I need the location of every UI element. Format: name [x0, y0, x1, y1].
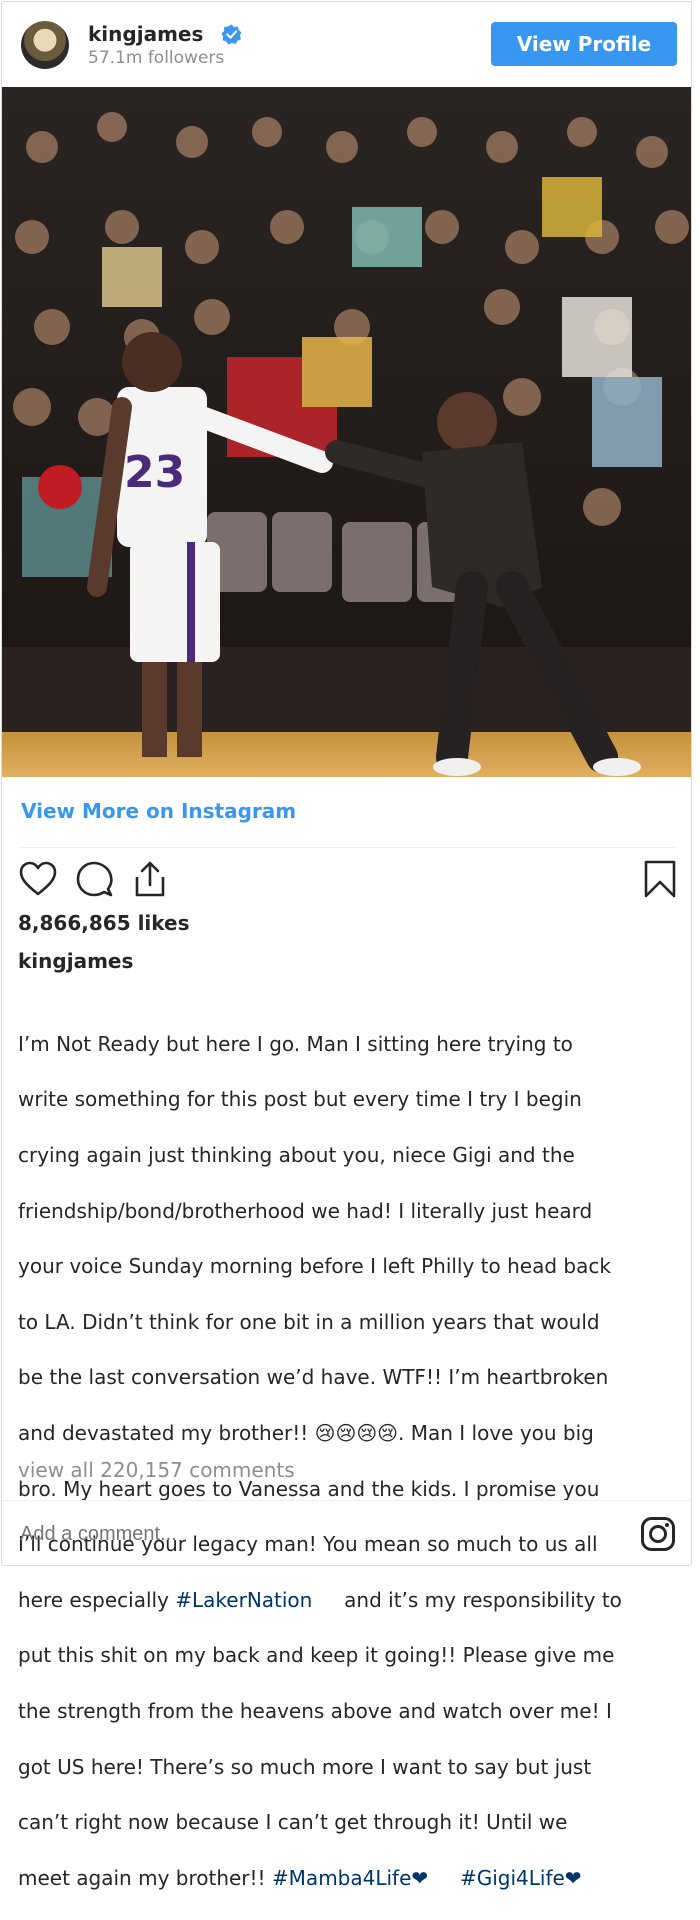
view-more-link[interactable]: View More on Instagram [21, 799, 296, 823]
svg-text:23: 23 [124, 447, 185, 498]
bookmark-icon[interactable] [640, 859, 680, 899]
caption-line: write something for this post but every … [18, 1087, 582, 1112]
caption-line: put this shit on my back and keep it goi… [18, 1643, 615, 1668]
caption-line: your voice Sunday morning before I left … [18, 1254, 611, 1279]
hashtag-lakernation[interactable]: #LakerNation [175, 1588, 312, 1612]
like-count[interactable]: 8,866,865 likes [18, 911, 190, 935]
caption-text: and it’s my responsibility to [312, 1587, 622, 1612]
caption-line: meet again my brother!! #Mamba4Life❤ #Gi… [18, 1865, 680, 1893]
follower-count: 57.1m followers [88, 48, 225, 68]
caption-line: can’t right now because I can’t get thro… [18, 1810, 568, 1835]
caption-username[interactable]: kingjames [18, 949, 133, 973]
caption-text: meet again my brother!! [18, 1865, 272, 1890]
caption-line: friendship/bond/brotherhood we had! I li… [18, 1198, 593, 1223]
divider [2, 1500, 691, 1501]
heart-icon[interactable] [18, 859, 58, 899]
caption-line: here especially #LakerNation and it’s my… [18, 1587, 680, 1615]
caption-line: be the last conversation we’d have. WTF!… [18, 1365, 609, 1390]
hashtag-gigi4life[interactable]: #Gigi4Life❤ [460, 1866, 582, 1890]
hashtag-mamba4life[interactable]: #Mamba4Life❤ [272, 1866, 428, 1890]
comment-icon[interactable] [74, 859, 114, 899]
avatar[interactable] [21, 21, 69, 69]
instagram-icon[interactable] [640, 1516, 676, 1552]
post-photo[interactable]: 23 [2, 87, 691, 777]
caption-text: here especially [18, 1587, 176, 1612]
caption-line: to LA. Didn’t think for one bit in a mil… [18, 1309, 600, 1334]
view-comments-link[interactable]: view all 220,157 comments [18, 1458, 295, 1482]
view-profile-button[interactable]: View Profile [491, 22, 677, 66]
instagram-embed-card: kingjames 57.1m followers View Profile 2… [1, 1, 692, 1890]
post-header: kingjames 57.1m followers View Profile [2, 2, 691, 87]
caption-line: the strength from the heavens above and … [18, 1698, 612, 1723]
photo-scene: 23 [2, 87, 691, 777]
share-icon[interactable] [130, 859, 170, 899]
caption-line: I’m Not Ready but here I go. Man I sitti… [18, 1031, 573, 1056]
comment-input[interactable] [18, 1522, 287, 1547]
caption-line: got US here! There’s so much more I want… [18, 1754, 592, 1779]
divider [19, 847, 676, 848]
username[interactable]: kingjames [88, 22, 203, 46]
caption-line: and devastated my brother!! 😢😢😢😢. Man I … [18, 1420, 594, 1445]
caption-line: crying again just thinking about you, ni… [18, 1142, 575, 1167]
verified-badge-icon [221, 24, 242, 45]
